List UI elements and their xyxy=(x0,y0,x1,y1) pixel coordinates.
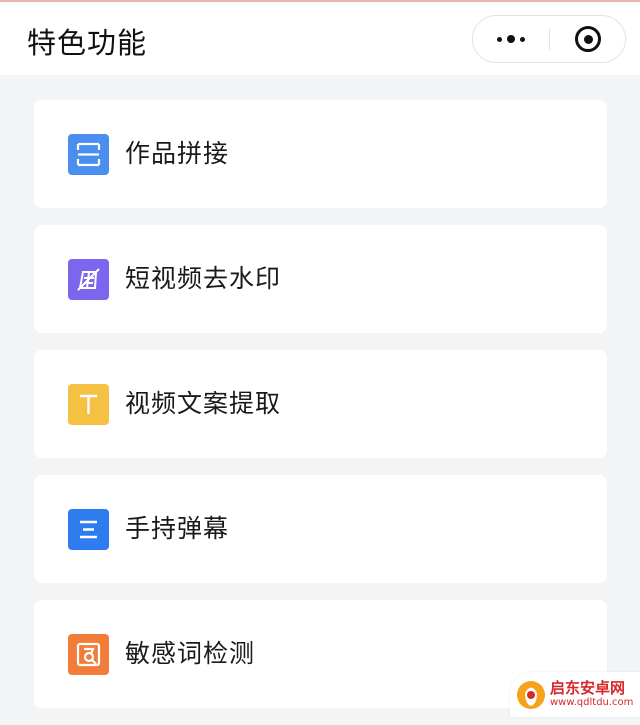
splice-icon xyxy=(68,134,109,175)
feature-label: 敏感词检测 xyxy=(125,639,256,668)
feature-label: 短视频去水印 xyxy=(125,264,282,293)
feature-item-remove-watermark[interactable]: 短视频去水印 xyxy=(34,225,607,333)
feature-item-splice[interactable]: 作品拼接 xyxy=(34,100,607,208)
page-header: 特色功能 xyxy=(0,2,640,75)
feature-list: 作品拼接 短视频去水印 视频文案提取 手持弹幕 敏感词检测 xyxy=(34,100,607,725)
mini-program-capsule xyxy=(472,15,626,63)
feature-item-text-extract[interactable]: 视频文案提取 xyxy=(34,350,607,458)
watermark-url: www.qdltdu.com xyxy=(550,697,634,708)
close-button[interactable] xyxy=(550,16,626,62)
site-watermark: 启东安卓网 www.qdltdu.com xyxy=(510,672,640,717)
lines-icon xyxy=(68,509,109,550)
feature-item-danmaku[interactable]: 手持弹幕 xyxy=(34,475,607,583)
more-button[interactable] xyxy=(473,16,549,62)
more-dots-icon xyxy=(497,35,525,43)
feature-label: 作品拼接 xyxy=(125,139,230,168)
page-title: 特色功能 xyxy=(27,26,148,60)
text-t-icon xyxy=(68,384,109,425)
feature-label: 视频文案提取 xyxy=(125,389,282,418)
sensitive-check-icon xyxy=(68,634,109,675)
target-circle-icon xyxy=(575,26,601,52)
watermark-logo-icon xyxy=(517,680,545,709)
remove-watermark-icon xyxy=(68,259,109,300)
feature-label: 手持弹幕 xyxy=(125,514,230,543)
watermark-name: 启东安卓网 xyxy=(550,679,626,697)
